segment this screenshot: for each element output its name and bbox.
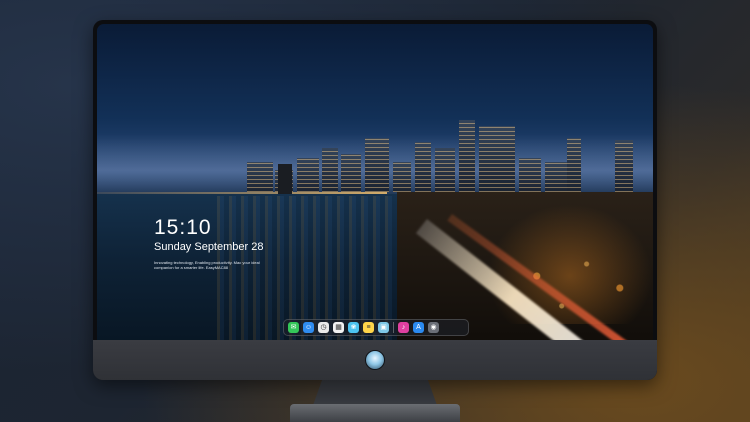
notes-icon[interactable]: ≡ xyxy=(363,322,374,333)
building xyxy=(415,142,431,192)
dock: ✉ ☺ ◷ ▦ ❀ ≡ ▣ ♪ A ◉ xyxy=(283,319,469,336)
building xyxy=(479,126,515,192)
lock-screen-date: Sunday September 28 xyxy=(154,241,264,253)
building xyxy=(435,148,455,192)
messages-icon[interactable]: ✉ xyxy=(288,322,299,333)
building xyxy=(615,140,633,192)
brand-logo-icon xyxy=(365,350,385,370)
monitor-chin xyxy=(93,340,657,380)
calendar-icon[interactable]: ▦ xyxy=(333,322,344,333)
clock-icon[interactable]: ◷ xyxy=(318,322,329,333)
building xyxy=(567,138,581,192)
building xyxy=(297,158,319,192)
finder-icon[interactable]: ☺ xyxy=(303,322,314,333)
building xyxy=(459,120,475,192)
building xyxy=(322,148,338,192)
camera-icon[interactable]: ◉ xyxy=(428,322,439,333)
app-store-icon[interactable]: A xyxy=(413,322,424,333)
building xyxy=(247,162,273,192)
preview-icon[interactable]: ▣ xyxy=(378,322,389,333)
monitor-stand-base xyxy=(290,404,460,422)
dock-separator xyxy=(393,322,394,333)
lock-screen-tagline: Innovating technology, Enabling producti… xyxy=(154,260,260,270)
desktop-screen: 15:10 Sunday September 28 Innovating tec… xyxy=(97,24,653,360)
music-icon[interactable]: ♪ xyxy=(398,322,409,333)
photos-icon[interactable]: ❀ xyxy=(348,322,359,333)
building xyxy=(393,162,411,192)
lock-screen-time: 15:10 xyxy=(154,216,212,239)
building xyxy=(341,154,361,192)
imac-monitor: 15:10 Sunday September 28 Innovating tec… xyxy=(93,20,657,380)
building xyxy=(365,138,389,192)
building xyxy=(519,158,541,192)
